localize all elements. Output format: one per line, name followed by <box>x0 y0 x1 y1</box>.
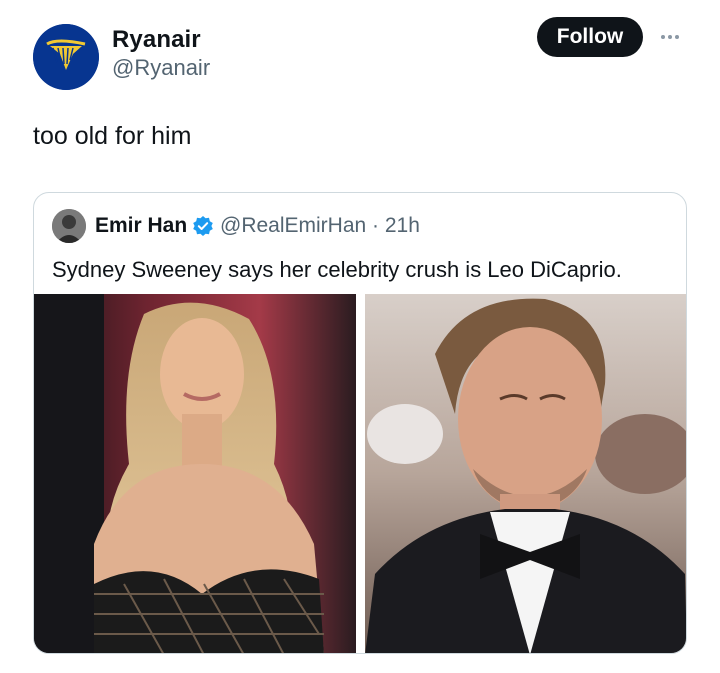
quoted-author-handle-time[interactable]: @RealEmirHan · 21h <box>220 214 420 238</box>
quoted-post-text: Sydney Sweeney says her celebrity crush … <box>52 257 622 282</box>
follow-button[interactable]: Follow <box>537 17 643 57</box>
quoted-author-name[interactable]: Emir Han <box>95 214 187 238</box>
quoted-post-card[interactable]: Emir Han @RealEmirHan · 21h Sydney Sween… <box>33 192 687 654</box>
author-handle[interactable]: @Ryanair <box>112 55 210 81</box>
post-avatar[interactable] <box>33 24 99 90</box>
post-text: too old for him <box>33 122 192 150</box>
quoted-author-avatar[interactable] <box>52 209 86 243</box>
media-image-right[interactable] <box>365 294 686 653</box>
more-options-icon[interactable] <box>655 28 685 46</box>
verified-badge-icon <box>192 215 214 237</box>
author-name[interactable]: Ryanair <box>112 26 201 54</box>
media-image-left[interactable] <box>34 294 356 653</box>
ryanair-harp-logo-icon <box>33 24 99 90</box>
